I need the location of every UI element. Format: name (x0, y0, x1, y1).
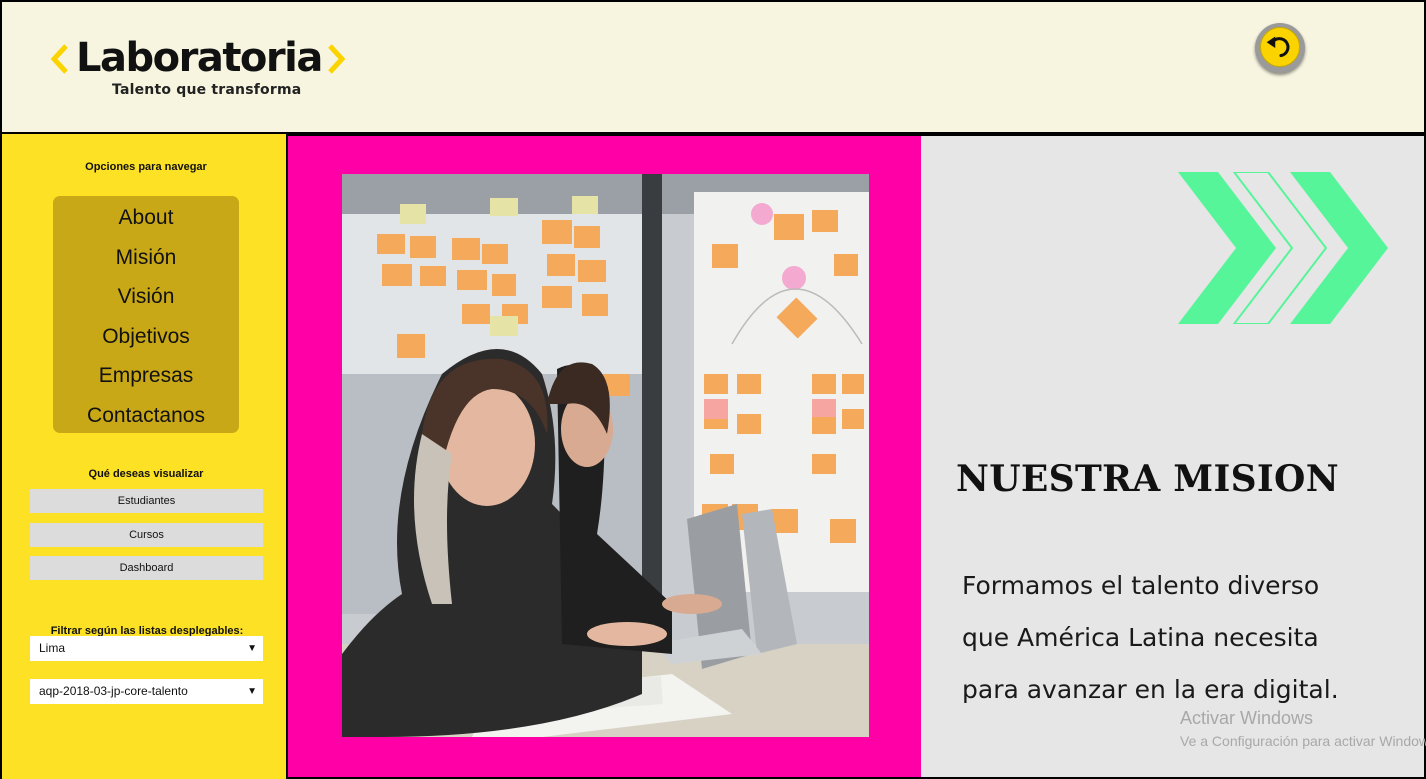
watermark-line-2: Ve a Configuración para activar Windows. (1180, 733, 1426, 749)
estudiantes-button[interactable]: Estudiantes (30, 489, 263, 513)
undo-arrow-icon (1260, 27, 1300, 67)
nav-item-contactanos[interactable]: Contactanos (53, 396, 239, 436)
mission-line: que América Latina necesita (962, 623, 1319, 652)
chevron-left-icon (50, 44, 68, 74)
nav-item-about[interactable]: About (53, 198, 239, 238)
nav-heading: Opciones para navegar (85, 161, 207, 173)
view-heading: Qué deseas visualizar (88, 468, 204, 480)
watermark-line-1: Activar Windows (1180, 708, 1314, 728)
cohort-select-value: aqp-2018-03-jp-core-talento (39, 684, 188, 698)
dashboard-button[interactable]: Dashboard (30, 556, 263, 580)
city-select-value: Lima (39, 641, 66, 655)
mission-line: Formamos el talento diverso (962, 571, 1320, 600)
cohort-select[interactable]: aqp-2018-03-jp-core-talento ▼ (30, 679, 263, 704)
nav-item-vision[interactable]: Visión (53, 277, 239, 317)
cursos-button[interactable]: Cursos (30, 523, 263, 547)
laboratoria-logo[interactable]: Laboratoria Talento que transforma (50, 32, 360, 104)
mission-text: Formamos el talento diverso que América … (962, 560, 1402, 716)
dropdown-arrow-icon: ▼ (247, 686, 257, 697)
header: Laboratoria Talento que transforma (0, 0, 1426, 134)
brand-name: Laboratoria (76, 35, 323, 81)
mission-title: NUESTRA MISION (956, 458, 1339, 500)
brand-tagline: Talento que transforma (112, 82, 302, 98)
nav-item-mision[interactable]: Misión (53, 238, 239, 278)
nav-menu: About Misión Visión Objetivos Empresas C… (53, 196, 239, 433)
nav-item-empresas[interactable]: Empresas (53, 356, 239, 396)
students-photo (342, 174, 869, 737)
triple-chevron-icon (1178, 172, 1388, 324)
back-button[interactable] (1255, 23, 1305, 73)
chevron-right-icon (328, 44, 346, 74)
nav-item-objetivos[interactable]: Objetivos (53, 317, 239, 357)
main-content: NUESTRA MISION Formamos el talento diver… (288, 134, 1426, 779)
dropdown-arrow-icon: ▼ (247, 643, 257, 654)
windows-activation-watermark: Activar Windows Ve a Configuración para … (1180, 708, 1426, 749)
city-select[interactable]: Lima ▼ (30, 636, 263, 661)
pink-panel (288, 136, 921, 777)
sidebar: Opciones para navegar About Misión Visió… (0, 134, 288, 779)
